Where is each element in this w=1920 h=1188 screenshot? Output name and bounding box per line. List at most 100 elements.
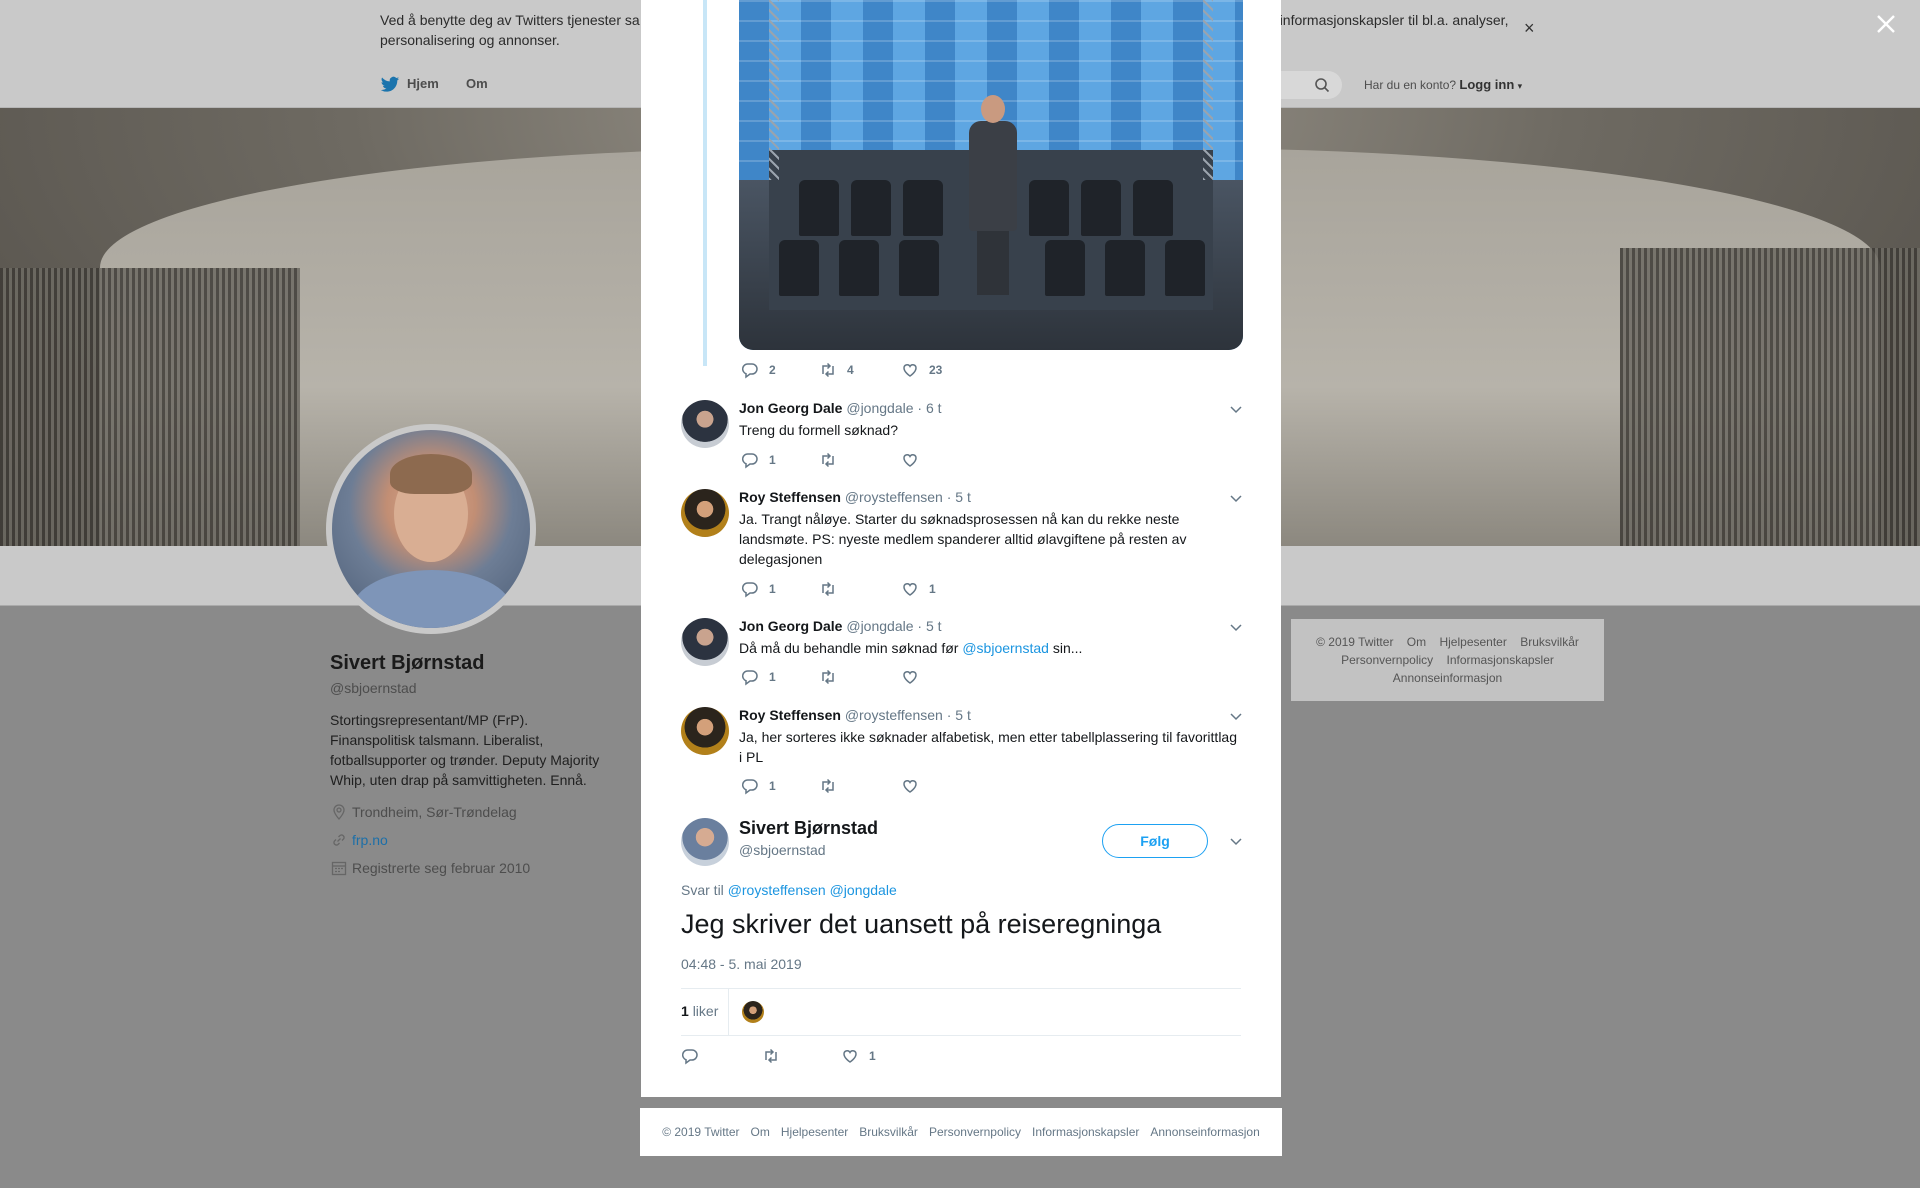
tweet-text: Då må du behandle min søknad før @sbjoer…	[739, 640, 1083, 656]
avatar[interactable]	[681, 400, 729, 448]
retweet-icon	[822, 362, 834, 378]
link-icon	[333, 834, 345, 846]
tweet-time[interactable]: · 5 t	[947, 707, 971, 723]
footer-link-help[interactable]: Hjelpesenter	[1439, 635, 1506, 649]
footer-link-cookies[interactable]: Informasjonskapsler	[1447, 653, 1554, 667]
author-handle[interactable]: @jongdale	[846, 400, 913, 416]
tweet-actions: 1	[741, 451, 939, 469]
reply-button[interactable]: 1	[741, 580, 819, 598]
footer-link-ads-info[interactable]: Annonseinformasjon	[1393, 671, 1502, 685]
avatar[interactable]	[681, 707, 729, 755]
liker-avatar[interactable]	[742, 1001, 764, 1023]
retweet-button[interactable]: 4	[819, 361, 901, 379]
cookie-close-button[interactable]: ×	[1524, 18, 1535, 39]
nav-about-link[interactable]: Om	[466, 76, 488, 91]
footer-link-terms[interactable]: Bruksvilkår	[859, 1125, 918, 1139]
tweet-permalink-modal: 2 4 23 Jon Georg Dale @jongdale · 6 t Tr…	[641, 0, 1281, 1097]
author-name[interactable]: Jon Georg Dale	[739, 400, 842, 416]
avatar[interactable]	[681, 618, 729, 666]
footer-link-ads-info[interactable]: Annonseinformasjon	[1150, 1125, 1259, 1139]
tweet-time[interactable]: · 6 t	[917, 400, 941, 416]
like-button[interactable]	[901, 668, 939, 686]
like-button[interactable]: 1	[901, 580, 939, 598]
tweet-actions: 1	[741, 777, 939, 795]
tweet-stats: 1 liker	[681, 988, 1241, 1036]
author-name[interactable]: Roy Steffensen	[739, 489, 841, 505]
tweet-actions: 1 1	[741, 580, 939, 598]
retweet-button[interactable]	[819, 580, 901, 598]
author-handle[interactable]: @sbjoernstad	[739, 842, 826, 858]
profile-handle: @sbjoernstad	[330, 680, 417, 696]
reply-button[interactable]	[681, 1047, 762, 1065]
footer-link-about[interactable]: Om	[751, 1125, 770, 1139]
author-handle[interactable]: @roysteffensen	[845, 489, 943, 505]
reply-button[interactable]: 1	[741, 777, 819, 795]
reply-icon	[681, 1049, 698, 1065]
author-name[interactable]: Roy Steffensen	[739, 707, 841, 723]
tweet-time[interactable]: · 5 t	[917, 618, 941, 634]
heart-icon	[903, 780, 917, 793]
avatar[interactable]	[681, 818, 729, 866]
reply-tweet[interactable]: Jon Georg Dale @jongdale · 5 t Då må du …	[681, 618, 1243, 698]
search-icon[interactable]	[1314, 77, 1330, 93]
footer-link-terms[interactable]: Bruksvilkår	[1520, 635, 1579, 649]
retweet-button[interactable]	[762, 1047, 841, 1065]
chevron-down-icon[interactable]: ▾	[1518, 81, 1523, 91]
retweet-icon	[822, 778, 834, 794]
mention-link[interactable]: @roysteffensen	[728, 882, 826, 898]
chevron-down-icon[interactable]	[1229, 709, 1243, 723]
author-handle[interactable]: @roysteffensen	[845, 707, 943, 723]
avatar[interactable]	[681, 489, 729, 537]
tweet-timestamp[interactable]: 04:48 - 5. mai 2019	[681, 956, 802, 972]
like-button[interactable]: 23	[901, 361, 942, 379]
footer-link-privacy[interactable]: Personvernpolicy	[1341, 653, 1433, 667]
tweet-time[interactable]: · 5 t	[947, 489, 971, 505]
calendar-icon	[331, 861, 347, 876]
login-link[interactable]: Logg inn	[1459, 77, 1514, 92]
reply-icon	[741, 779, 758, 795]
footer-link-about[interactable]: Om	[1407, 635, 1426, 649]
like-button[interactable]	[901, 451, 939, 469]
retweet-icon	[765, 1048, 777, 1064]
tweet-text: Jeg skriver det uansett på reiseregninga	[681, 909, 1162, 939]
author-name[interactable]: Sivert Bjørnstad	[739, 818, 878, 839]
retweet-button[interactable]	[819, 451, 901, 469]
reply-button[interactable]: 2	[741, 361, 819, 379]
chevron-down-icon[interactable]	[1229, 491, 1243, 505]
retweet-icon	[822, 669, 834, 685]
heart-icon	[843, 1050, 857, 1063]
footer-link-cookies[interactable]: Informasjonskapsler	[1032, 1125, 1139, 1139]
like-button[interactable]: 1	[841, 1047, 879, 1065]
profile-name: Sivert Bjørnstad	[330, 652, 485, 674]
chevron-down-icon[interactable]	[1229, 620, 1243, 634]
profile-bio: Stortingsrepresentant/MP (FrP). Finanspo…	[330, 712, 600, 788]
profile-location: Trondheim, Sør-Trøndelag	[330, 803, 517, 821]
tweet-photo[interactable]	[739, 0, 1243, 350]
author-handle[interactable]: @jongdale	[846, 618, 913, 634]
close-icon[interactable]	[1874, 12, 1898, 36]
like-button[interactable]	[901, 777, 939, 795]
sidebar-footer: © 2019 Twitter Om Hjelpesenter Bruksvilk…	[1291, 619, 1604, 701]
footer-link-help[interactable]: Hjelpesenter	[781, 1125, 848, 1139]
author-name[interactable]: Jon Georg Dale	[739, 618, 842, 634]
heart-icon	[903, 364, 917, 377]
heart-icon	[903, 583, 917, 596]
chevron-down-icon[interactable]	[1229, 834, 1243, 848]
mention-link[interactable]: @sbjoernstad	[962, 640, 1049, 656]
chevron-down-icon[interactable]	[1229, 402, 1243, 416]
profile-website: frp.no	[330, 831, 388, 849]
mention-link[interactable]: @jongdale	[830, 882, 897, 898]
profile-avatar[interactable]	[326, 424, 536, 634]
like-count[interactable]: 1 liker	[681, 1003, 718, 1019]
reply-button[interactable]: 1	[741, 451, 819, 469]
retweet-button[interactable]	[819, 668, 901, 686]
retweet-button[interactable]	[819, 777, 901, 795]
profile-website-link[interactable]: frp.no	[352, 832, 388, 848]
reply-button[interactable]: 1	[741, 668, 819, 686]
nav-home-link[interactable]: Hjem	[407, 76, 439, 91]
reply-icon	[741, 582, 758, 598]
tweet-actions: 1	[741, 668, 939, 686]
footer-link-privacy[interactable]: Personvernpolicy	[929, 1125, 1021, 1139]
reply-icon	[741, 363, 758, 379]
follow-button[interactable]: Følg	[1102, 824, 1208, 858]
